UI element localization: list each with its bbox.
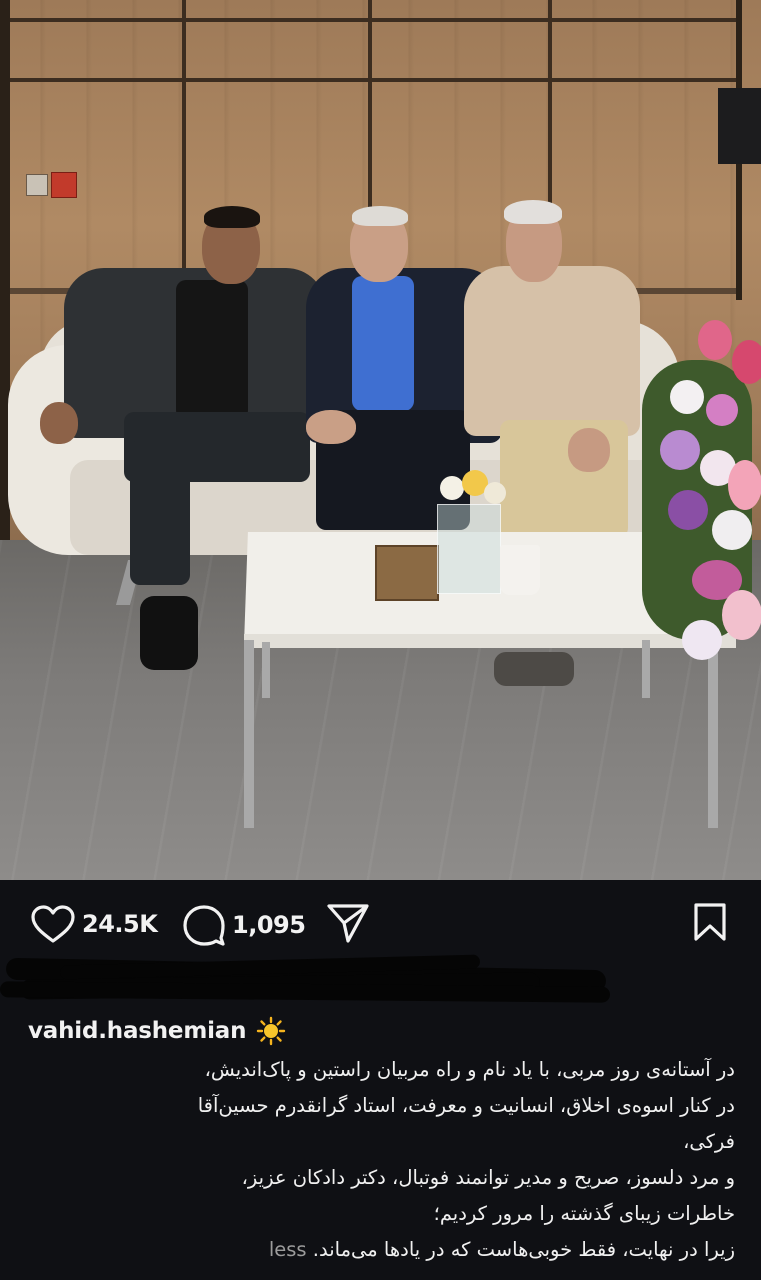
save-button[interactable]	[692, 902, 728, 946]
lily	[722, 590, 761, 640]
like-count[interactable]: 24.5K	[82, 910, 158, 938]
comment-count[interactable]: 1,095	[232, 911, 306, 939]
caption-line: فرکی،	[683, 1130, 735, 1153]
post-photo[interactable]	[0, 0, 761, 880]
lily	[698, 320, 732, 360]
post-author: vahid.hashemian	[28, 1016, 286, 1046]
caption-line: زیرا در نهایت، فقط خوبی‌هاست که در یادها…	[312, 1238, 735, 1261]
comment-button[interactable]: 1,095	[182, 904, 306, 946]
caption-line: خاطرات زیبای گذشته را مرور کردیم؛	[433, 1202, 735, 1225]
shoe	[140, 596, 198, 670]
flower	[668, 490, 708, 530]
flower	[670, 380, 704, 414]
caption-line: در کنار اسوه‌ی اخلاق، انسانیت و معرفت، ا…	[197, 1094, 735, 1117]
hair	[352, 206, 408, 226]
less-link[interactable]: less	[269, 1238, 307, 1261]
send-paper-plane-icon	[327, 904, 369, 943]
hand	[568, 428, 610, 472]
share-button[interactable]	[326, 902, 370, 944]
cup	[500, 545, 540, 595]
tissue-box	[375, 545, 439, 601]
flower	[440, 476, 464, 500]
wall-speaker	[718, 88, 761, 164]
glass-vase	[437, 504, 501, 594]
username-link[interactable]: vahid.hashemian	[28, 1018, 246, 1044]
bookmark-icon	[694, 903, 726, 941]
trousers	[130, 440, 190, 585]
lily	[728, 460, 761, 510]
flower	[660, 430, 700, 470]
like-button[interactable]: 24.5K	[30, 904, 158, 944]
flower	[682, 620, 722, 660]
post-caption: در آستانه‌ی روز مربی، با یاد نام و راه م…	[15, 1052, 735, 1268]
shirt	[176, 280, 248, 420]
rose	[706, 394, 738, 426]
caption-line: و مرد دلسوز، صریح و مدیر توانمند فوتبال،…	[241, 1166, 735, 1189]
fire-alarm	[51, 172, 77, 198]
wall-seam	[182, 0, 186, 300]
caption-line: در آستانه‌ی روز مربی، با یاد نام و راه م…	[204, 1058, 735, 1081]
flower	[484, 482, 506, 504]
light-switch	[26, 174, 48, 196]
hand	[40, 402, 78, 444]
flower	[712, 510, 752, 550]
caption-last-line: زیرا در نهایت، فقط خوبی‌هاست که در یادها…	[15, 1232, 735, 1268]
heart-icon	[31, 905, 75, 943]
comment-bubble-icon	[183, 905, 225, 946]
sun-icon	[257, 1016, 286, 1046]
khaki-trousers	[500, 420, 628, 538]
striped-polo	[464, 266, 640, 436]
hair	[204, 206, 260, 228]
flower-arrangement	[632, 290, 761, 690]
hand	[306, 410, 356, 444]
blue-shirt	[352, 276, 414, 411]
shoes	[494, 652, 574, 686]
table-leg	[262, 642, 270, 698]
lily	[732, 340, 761, 384]
redacted-scribble	[0, 954, 620, 1008]
table-leg	[244, 640, 254, 828]
hair	[504, 200, 562, 224]
